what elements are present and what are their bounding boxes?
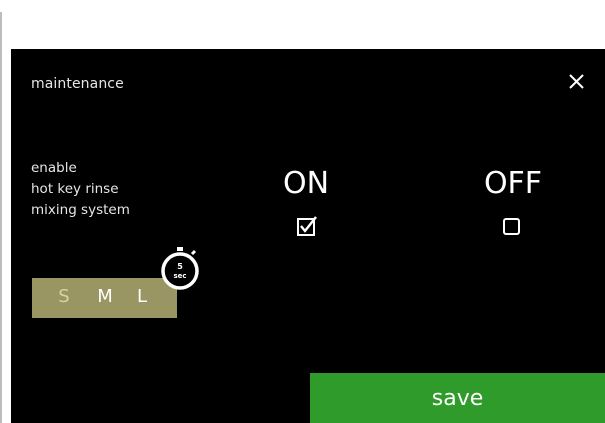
device-frame: maintenance enable hot key rinse mixing …: [0, 0, 605, 423]
off-label: OFF: [483, 166, 543, 201]
timer-value: 5: [177, 262, 183, 271]
save-button-label: save: [431, 385, 484, 411]
close-icon: [569, 74, 584, 89]
on-checkbox[interactable]: [296, 215, 318, 237]
description-line-1: enable: [31, 160, 77, 176]
description-line-2: hot key rinse: [31, 181, 119, 197]
on-label: ON: [282, 166, 330, 201]
timer-unit: sec: [173, 272, 187, 280]
off-checkbox[interactable]: [501, 215, 523, 237]
close-button[interactable]: [565, 69, 591, 95]
page-title: maintenance: [31, 76, 124, 92]
size-medium-button[interactable]: M: [94, 286, 116, 308]
size-large-button[interactable]: L: [131, 286, 153, 308]
maintenance-screen: maintenance enable hot key rinse mixing …: [11, 49, 605, 423]
rinse-timer: 5 sec: [158, 246, 202, 292]
checkbox-checked-icon: [297, 216, 317, 236]
save-button[interactable]: save: [310, 373, 605, 423]
checkbox-empty-icon: [503, 218, 520, 235]
size-small-button[interactable]: S: [53, 286, 75, 308]
frame-edge: [0, 12, 2, 423]
description-line-3: mixing system: [31, 202, 130, 218]
